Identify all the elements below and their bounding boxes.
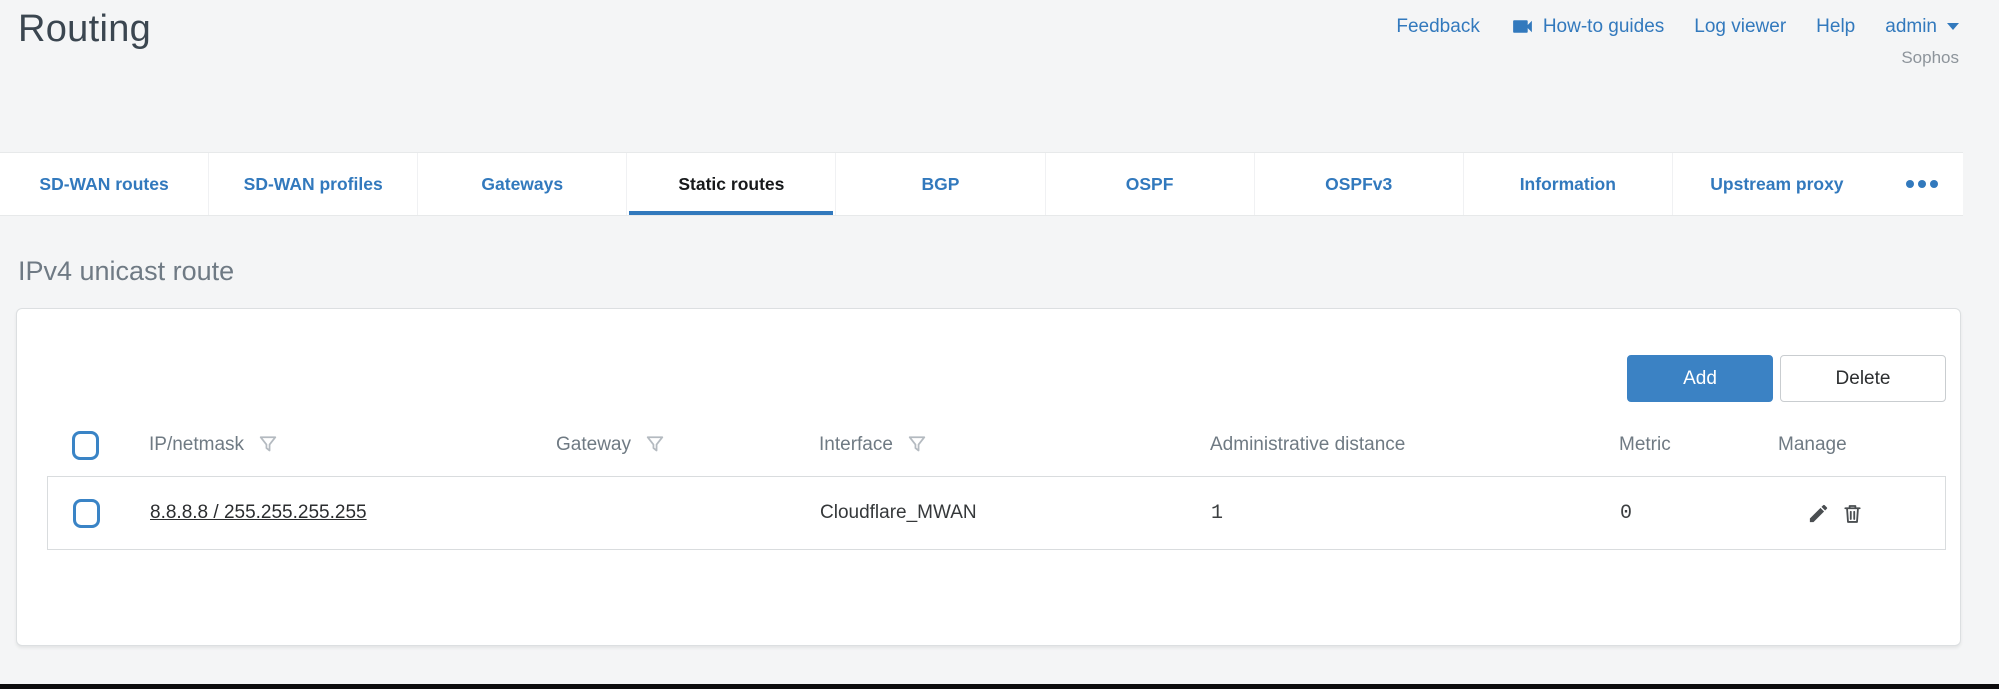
table-row: 8.8.8.8 / 255.255.255.255 Cloudflare_MWA… — [47, 476, 1946, 550]
ip-netmask-link[interactable]: 8.8.8.8 / 255.255.255.255 — [150, 502, 367, 523]
admin-menu-label: admin — [1885, 16, 1937, 38]
routing-tabbar: SD-WAN routes SD-WAN profiles Gateways S… — [0, 152, 1963, 216]
top-links: Feedback How-to guides Log viewer Help a… — [1396, 14, 1959, 39]
tab-label: OSPF — [1126, 174, 1174, 195]
tab-ospfv3[interactable]: OSPFv3 — [1254, 153, 1463, 215]
routing-page: Routing Feedback How-to guides Log viewe… — [0, 0, 1999, 689]
select-all-cell — [47, 431, 125, 460]
column-label: Interface — [819, 434, 893, 456]
help-link[interactable]: Help — [1816, 16, 1855, 38]
tab-static-routes[interactable]: Static routes — [626, 153, 835, 215]
trash-icon — [1841, 502, 1864, 525]
chevron-down-icon — [1947, 23, 1959, 30]
window-bottom-edge — [0, 684, 1999, 689]
feedback-link[interactable]: Feedback — [1396, 16, 1479, 38]
top-right-area: Feedback How-to guides Log viewer Help a… — [1396, 14, 1959, 68]
how-to-guides-label: How-to guides — [1543, 16, 1664, 38]
edit-button[interactable] — [1807, 502, 1830, 525]
cell-ip-netmask: 8.8.8.8 / 255.255.255.255 — [126, 502, 533, 524]
filter-icon[interactable] — [906, 434, 928, 456]
video-camera-icon — [1510, 14, 1535, 39]
column-header-metric: Metric — [1595, 434, 1754, 456]
select-all-checkbox[interactable] — [72, 431, 99, 460]
log-viewer-link[interactable]: Log viewer — [1694, 16, 1786, 38]
tab-sd-wan-routes[interactable]: SD-WAN routes — [0, 153, 208, 215]
tab-label: OSPFv3 — [1325, 174, 1392, 195]
tab-label: SD-WAN profiles — [244, 174, 383, 195]
cell-admin-distance: 1 — [1187, 502, 1596, 525]
pencil-icon — [1807, 502, 1830, 525]
tab-gateways[interactable]: Gateways — [417, 153, 626, 215]
delete-button[interactable]: Delete — [1780, 355, 1946, 402]
row-select-cell — [48, 499, 126, 528]
help-label: Help — [1816, 16, 1855, 38]
tab-label: Upstream proxy — [1710, 174, 1843, 195]
tab-label: Information — [1520, 174, 1616, 195]
delete-row-button[interactable] — [1841, 502, 1864, 525]
admin-menu[interactable]: admin — [1885, 16, 1959, 38]
tab-sd-wan-profiles[interactable]: SD-WAN profiles — [208, 153, 417, 215]
cell-interface: Cloudflare_MWAN — [796, 502, 1187, 524]
column-header-ip-netmask: IP/netmask — [125, 434, 532, 456]
tab-label: SD-WAN routes — [39, 174, 168, 195]
log-viewer-label: Log viewer — [1694, 16, 1786, 38]
column-label: Metric — [1619, 434, 1671, 456]
column-label: IP/netmask — [149, 434, 244, 456]
tab-label: Gateways — [481, 174, 563, 195]
ellipsis-icon — [1906, 180, 1914, 188]
add-button[interactable]: Add — [1627, 355, 1773, 402]
tab-ospf[interactable]: OSPF — [1045, 153, 1254, 215]
tab-information[interactable]: Information — [1463, 153, 1672, 215]
table-toolbar: Add Delete — [47, 355, 1946, 402]
section-heading: IPv4 unicast route — [18, 256, 1999, 287]
column-header-admin-distance: Administrative distance — [1186, 434, 1595, 456]
ellipsis-icon — [1918, 180, 1926, 188]
filter-icon[interactable] — [257, 434, 279, 456]
column-header-manage: Manage — [1754, 434, 1946, 456]
tab-overflow-button[interactable] — [1881, 153, 1963, 215]
row-checkbox[interactable] — [73, 499, 100, 528]
column-label: Administrative distance — [1210, 434, 1405, 456]
tab-label: BGP — [922, 174, 960, 195]
column-header-interface: Interface — [795, 434, 1186, 456]
page-header: Routing Feedback How-to guides Log viewe… — [0, 0, 1999, 152]
ellipsis-icon — [1930, 180, 1938, 188]
column-header-gateway: Gateway — [532, 434, 795, 456]
column-label: Gateway — [556, 434, 631, 456]
brand-label: Sophos — [1396, 48, 1959, 68]
table-header-row: IP/netmask Gateway Interface Administrat… — [47, 414, 1946, 476]
page-title: Routing — [18, 8, 151, 51]
column-label: Manage — [1778, 434, 1847, 456]
feedback-link-label: Feedback — [1396, 16, 1479, 38]
tab-upstream-proxy[interactable]: Upstream proxy — [1672, 153, 1881, 215]
cell-metric: 0 — [1596, 502, 1755, 525]
how-to-guides-link[interactable]: How-to guides — [1510, 14, 1664, 39]
tab-label: Static routes — [678, 174, 784, 195]
tab-bgp[interactable]: BGP — [835, 153, 1044, 215]
cell-manage — [1755, 502, 1945, 525]
static-routes-card: Add Delete IP/netmask Gateway Interfac — [16, 308, 1961, 646]
filter-icon[interactable] — [644, 434, 666, 456]
